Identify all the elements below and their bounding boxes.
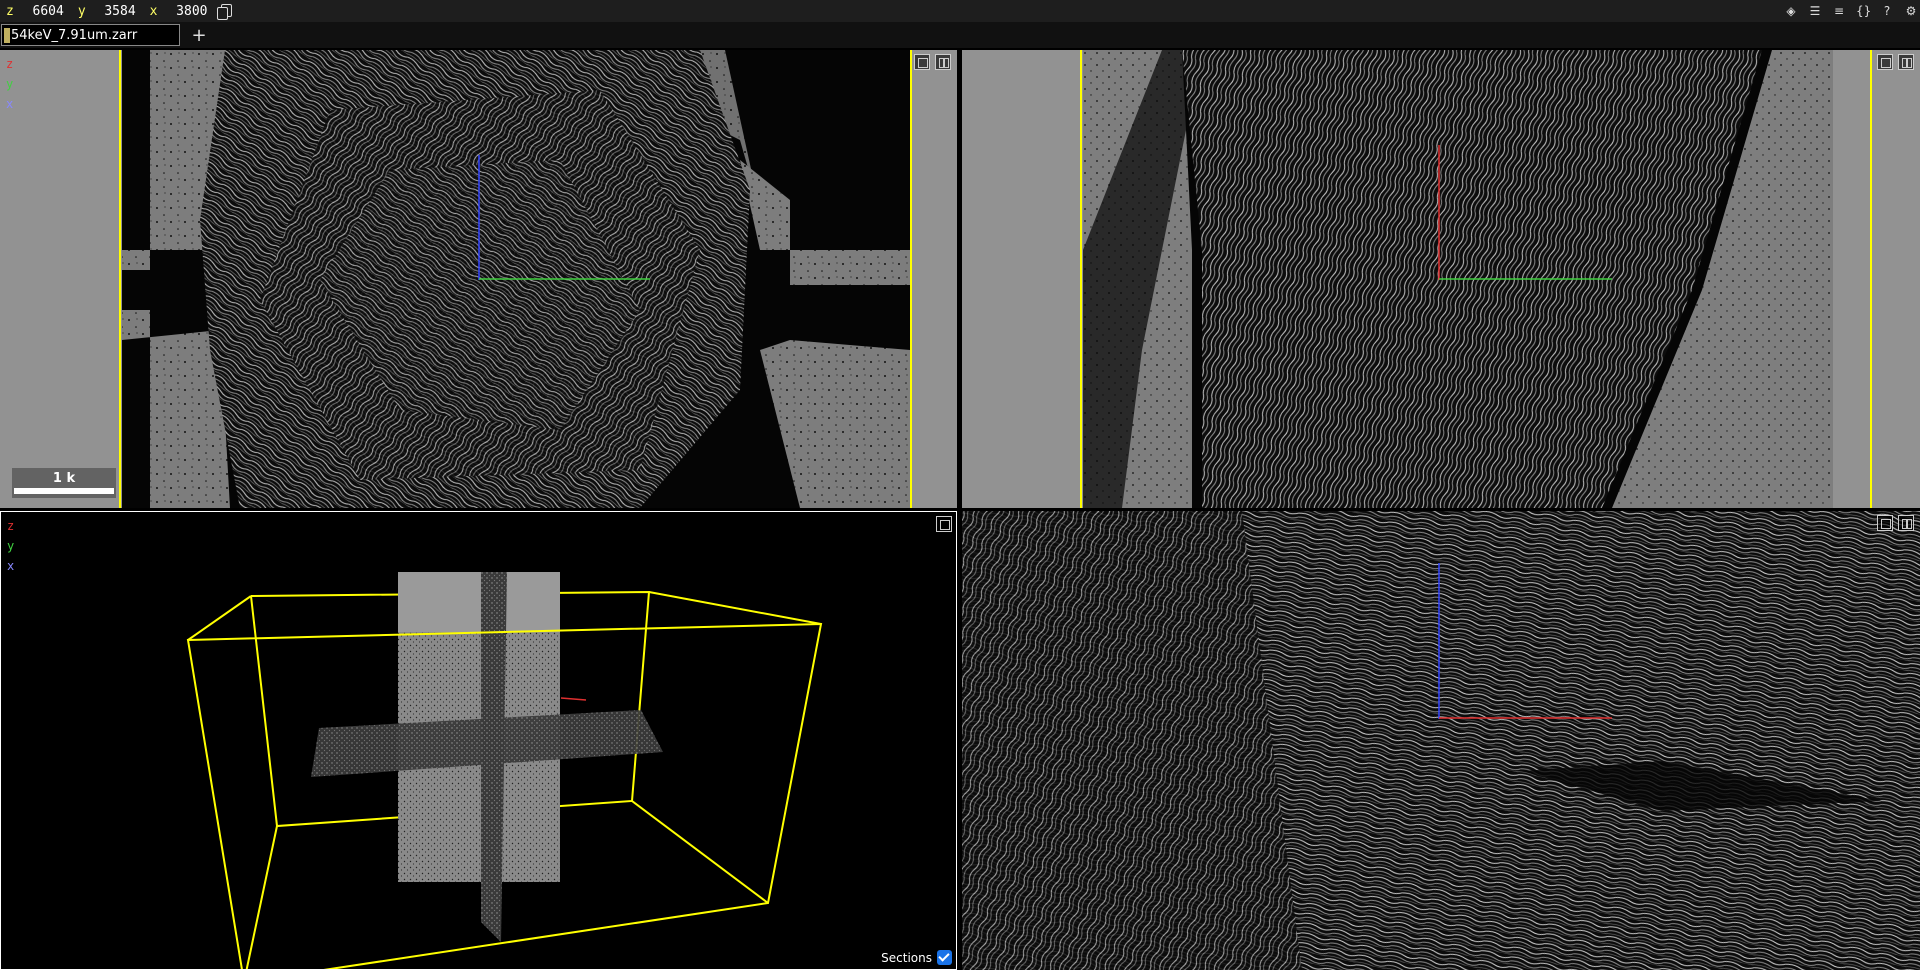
position-toolbar: z 6604 y 3584 x 3800 ◈ ☰ ≡ {} ? ⚙ bbox=[0, 0, 1920, 22]
maximize-panel-button[interactable] bbox=[936, 516, 952, 532]
axis-label-x: x bbox=[6, 97, 14, 111]
y-coord-value[interactable]: 3584 bbox=[94, 4, 135, 19]
coordinate-readout: z 6604 y 3584 x 3800 bbox=[0, 3, 233, 20]
y-coord-label: y bbox=[77, 3, 86, 19]
xz-slice-panel[interactable] bbox=[962, 50, 1920, 508]
split-panel-button[interactable] bbox=[1898, 515, 1914, 531]
xz-slice-image[interactable] bbox=[962, 50, 1920, 508]
gear-icon[interactable]: ⚙ bbox=[1904, 4, 1918, 18]
split-panel-button[interactable] bbox=[935, 54, 951, 70]
x-coord-label: x bbox=[149, 3, 158, 19]
x-coord-value[interactable]: 3800 bbox=[165, 4, 207, 19]
3d-render[interactable] bbox=[1, 512, 956, 969]
scale-bar-label: 1 k bbox=[52, 471, 76, 486]
axis-label-z: z bbox=[6, 57, 14, 71]
scale-bar-line bbox=[14, 488, 114, 494]
layer-tab[interactable]: 54keV_7.91um.zarr bbox=[1, 24, 180, 46]
json-braces-icon[interactable]: {} bbox=[1856, 4, 1871, 18]
3d-view-panel[interactable]: z y x Sections bbox=[0, 511, 957, 970]
layers-icon[interactable]: ◈ bbox=[1784, 4, 1798, 18]
axis-label-z: z bbox=[7, 519, 15, 533]
maximize-panel-button[interactable] bbox=[914, 54, 930, 70]
yz-slice-image[interactable] bbox=[962, 511, 1920, 970]
z-coord-value[interactable]: 6604 bbox=[22, 4, 64, 19]
layer-tab-bar: 54keV_7.91um.zarr + bbox=[0, 22, 1920, 48]
sliders-icon[interactable]: ≡ bbox=[1832, 4, 1846, 18]
z-coord-label: z bbox=[6, 3, 14, 19]
scale-bar: 1 k bbox=[12, 468, 116, 498]
axis-legend: z y x bbox=[7, 516, 14, 576]
maximize-panel-button[interactable] bbox=[1877, 54, 1893, 70]
layer-tab-label[interactable]: 54keV_7.91um.zarr bbox=[11, 28, 137, 43]
yz-slice-panel[interactable] bbox=[962, 511, 1920, 970]
xy-slice-panel[interactable]: z y x 1 k bbox=[0, 50, 957, 508]
sections-checkbox[interactable] bbox=[937, 950, 952, 965]
list-icon[interactable]: ☰ bbox=[1808, 4, 1822, 18]
text-cursor bbox=[4, 27, 10, 43]
axis-legend: z y x bbox=[6, 54, 13, 114]
toolbar-icons: ◈ ☰ ≡ {} ? ⚙ bbox=[1784, 0, 1918, 22]
sections-toggle[interactable]: Sections bbox=[881, 950, 952, 965]
add-layer-button[interactable]: + bbox=[190, 25, 208, 46]
xy-slice-image[interactable] bbox=[0, 50, 957, 508]
maximize-panel-button[interactable] bbox=[1877, 515, 1893, 531]
sections-label: Sections bbox=[881, 950, 932, 965]
axis-label-y: y bbox=[7, 539, 15, 553]
split-panel-button[interactable] bbox=[1898, 54, 1914, 70]
axis-label-x: x bbox=[7, 559, 15, 573]
axis-label-y: y bbox=[6, 77, 14, 91]
copy-icon[interactable] bbox=[217, 4, 233, 20]
help-icon[interactable]: ? bbox=[1880, 4, 1894, 18]
